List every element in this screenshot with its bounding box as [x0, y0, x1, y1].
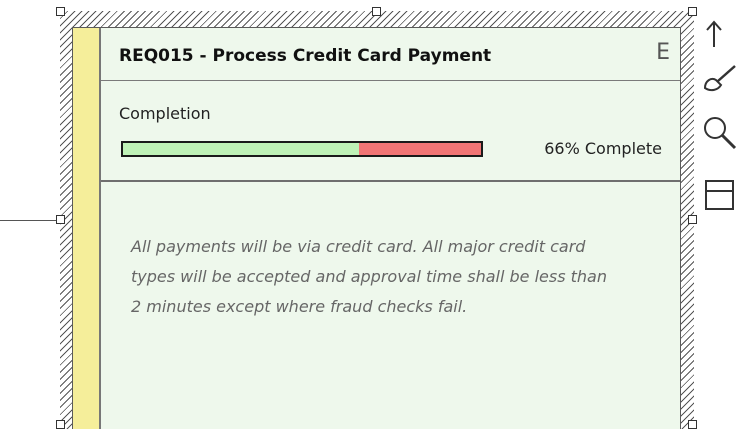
panel-icon[interactable] [701, 178, 739, 214]
brush-icon[interactable] [701, 62, 739, 98]
notes-divider [101, 180, 680, 182]
element-title: REQ015 - Process Credit Card Payment [119, 46, 492, 66]
magnifier-icon[interactable] [701, 114, 739, 150]
completion-progress-bar [121, 141, 483, 157]
resize-handle-middle-left[interactable] [56, 215, 65, 224]
element-stereotype-bar [73, 28, 101, 429]
requirement-element[interactable]: REQ015 - Process Credit Card Payment E C… [72, 27, 681, 429]
resize-handle-top-left[interactable] [56, 7, 65, 16]
resize-handle-middle-right[interactable] [688, 215, 697, 224]
resize-handle-top-right[interactable] [688, 7, 697, 16]
title-divider [101, 80, 680, 81]
connector-line [0, 220, 60, 221]
resize-handle-bottom-right[interactable] [688, 420, 697, 429]
resize-handle-top-middle[interactable] [372, 7, 381, 16]
element-type-icon: E [656, 40, 670, 65]
resize-handle-bottom-left[interactable] [56, 420, 65, 429]
completion-progress-fill [123, 143, 360, 155]
completion-progress-text: 66% Complete [544, 139, 662, 158]
arrow-up-icon[interactable] [701, 16, 739, 52]
element-notes: All payments will be via credit card. Al… [131, 237, 607, 316]
completion-label: Completion [119, 104, 211, 123]
